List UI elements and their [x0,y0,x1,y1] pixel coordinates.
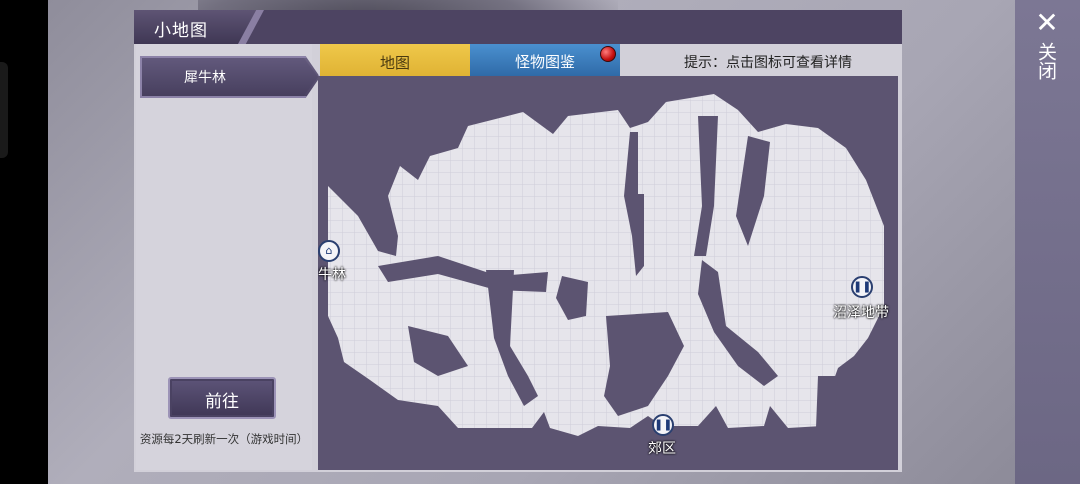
alert-dot-icon [600,46,616,62]
map-view[interactable]: ⌂ 犀牛林 ❚❚ 沼泽地带 ❚❚ 郊区 [318,76,898,470]
go-button-label: 前往 [205,392,239,412]
minimap-panel: 小地图 犀牛林 前往 资源每2天刷新一次（游戏时间） 地图 怪物图鉴 提示：点击… [134,10,902,472]
region-item-label: 犀牛林 [184,70,226,86]
hint-text: 提示：点击图标可查看详情 [684,55,852,71]
map-marker-label: 沼泽地带 [833,305,889,321]
map-marker-label: 犀牛林 [318,267,346,283]
region-sidebar: 犀牛林 前往 资源每2天刷新一次（游戏时间） [136,44,320,470]
close-x-icon[interactable]: ✕ [1030,8,1064,38]
map-terrain [328,94,884,436]
close-button-label[interactable]: 关闭 [1034,42,1060,80]
gate-icon: ❚❚ [652,414,674,436]
map-marker-label: 郊区 [648,441,676,457]
device-notch [0,62,8,158]
panel-title: 小地图 [154,21,208,41]
region-item-button[interactable]: 犀牛林 [140,56,320,98]
home-icon: ⌂ [318,240,340,262]
refresh-note: 资源每2天刷新一次（游戏时间） [139,432,309,446]
go-button[interactable]: 前往 [168,377,276,419]
tab-monster-guide[interactable]: 怪物图鉴 [470,44,620,76]
tab-map-label: 地图 [379,54,410,72]
tab-monster-guide-label: 怪物图鉴 [514,53,575,71]
gate-icon: ❚❚ [851,276,873,298]
